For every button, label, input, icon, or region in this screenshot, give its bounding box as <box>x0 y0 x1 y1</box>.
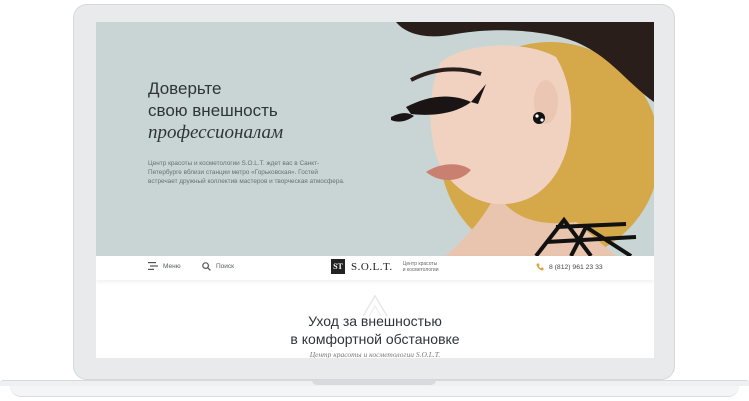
section-title-line2: в комфортной обстановке <box>290 331 460 347</box>
hero-title-line1: Доверьте <box>148 79 222 98</box>
menu-icon <box>148 262 158 270</box>
hero-title-line2: свою внешность <box>148 101 278 120</box>
search-icon <box>202 262 211 271</box>
logo-subtitle-line1: Центр красоты <box>402 260 438 267</box>
logo-word: S.O.L.T. <box>351 260 393 273</box>
phone-link[interactable]: 8 (812) 961 23 33 <box>536 263 603 271</box>
menu-button[interactable]: Меню <box>148 262 181 270</box>
hero-description: Центр красоты и косметологии S.O.L.T. жд… <box>148 160 345 186</box>
phone-icon <box>536 263 544 271</box>
section-subtitle: Центр красоты и косметологии S.O.L.T. <box>309 350 441 358</box>
section-title-line1: Уход за внешностью <box>308 313 442 329</box>
screen: Доверьте свою внешность профессионалам Ц… <box>96 22 654 358</box>
laptop-notch <box>312 380 436 385</box>
hero-banner: Доверьте свою внешность профессионалам Ц… <box>96 22 654 256</box>
hero-photo <box>391 22 654 256</box>
phone-number: 8 (812) 961 23 33 <box>549 263 603 271</box>
hero-title-line3: профессионалам <box>148 122 284 143</box>
laptop-base <box>0 380 749 401</box>
hero-title: Доверьте свою внешность профессионалам <box>148 78 283 144</box>
site-logo[interactable]: ST S.O.L.T. Центр красоты и косметологии <box>331 259 439 274</box>
laptop-base-bottom <box>10 386 739 397</box>
menu-label: Меню <box>163 262 181 270</box>
logo-subtitle: Центр красоты и косметологии <box>403 261 439 273</box>
navbar: Меню Поиск ST S.O.L.T. Центр красоты и к… <box>96 256 654 280</box>
logo-subtitle-line2: и косметологии <box>402 266 439 273</box>
section-title: Уход за внешностью в комфортной обстанов… <box>96 312 654 348</box>
search-button[interactable]: Поиск <box>202 262 234 271</box>
logo-mark: ST <box>331 259 345 274</box>
search-label: Поиск <box>216 263 235 270</box>
